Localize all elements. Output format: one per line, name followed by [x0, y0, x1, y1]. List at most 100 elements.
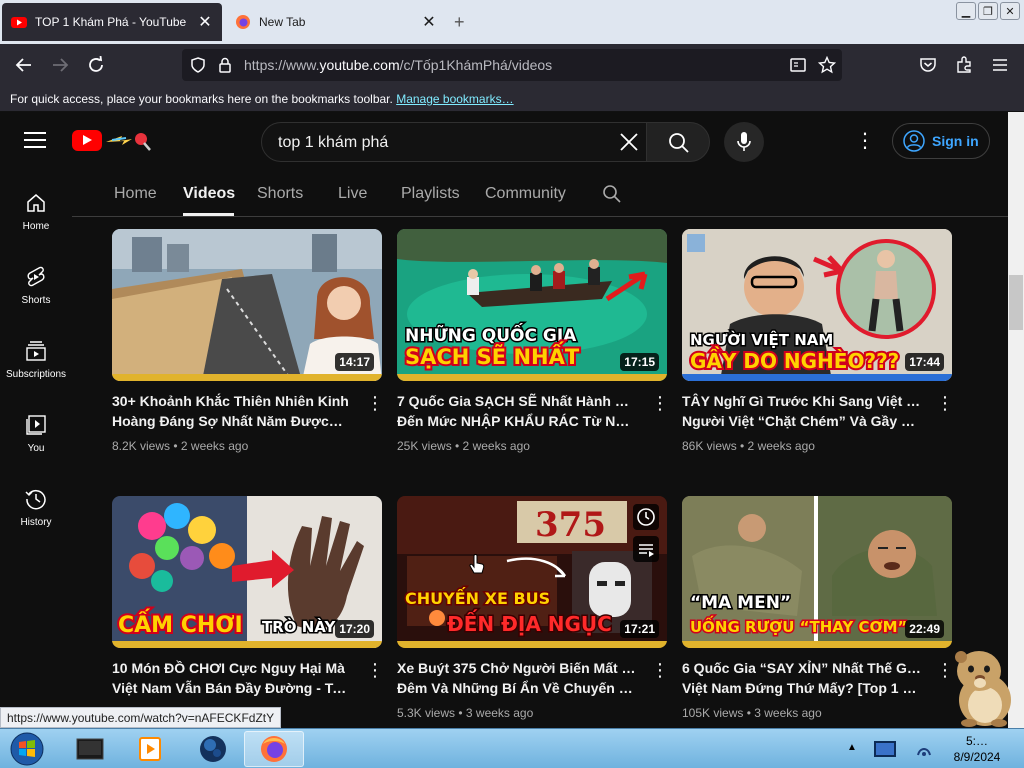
- tab-videos[interactable]: Videos: [183, 185, 235, 203]
- tab-close-button[interactable]: ✕: [194, 12, 216, 32]
- sidebar-item-label: Shorts: [21, 295, 51, 306]
- video-thumbnail[interactable]: NHỮNG QUỐC GIA SẠCH SẼ NHẤT 17:15: [397, 229, 667, 381]
- back-arrow-icon[interactable]: [12, 54, 36, 76]
- tab-youtube[interactable]: TOP 1 Khám Phá - YouTube ✕: [2, 3, 222, 41]
- youtube-doodle-icon[interactable]: [104, 130, 152, 152]
- page-scrollbar[interactable]: [1008, 112, 1024, 728]
- tray-app-icon[interactable]: [866, 737, 908, 761]
- thumbnail-caption-bottom: UỐNG RƯỢU “THAY CƠM”: [690, 615, 907, 636]
- guide-menu-icon[interactable]: [24, 132, 46, 153]
- system-clock[interactable]: 5:… 8/9/2024: [944, 733, 1010, 765]
- video-metadata: 5.3K views • 3 weeks ago: [397, 706, 534, 720]
- video-menu-icon[interactable]: ⋮: [651, 393, 669, 415]
- extensions-icon[interactable]: [952, 54, 976, 76]
- tab-close-button[interactable]: ✕: [418, 12, 440, 32]
- search-input[interactable]: top 1 khám phá: [261, 122, 647, 162]
- search-query: top 1 khám phá: [278, 134, 389, 151]
- video-title-line: Xe Buýt 375 Chở Người Biến Mất Trong: [397, 660, 637, 676]
- tab-live[interactable]: Live: [338, 185, 367, 203]
- close-window-button[interactable]: ✕: [1000, 2, 1020, 20]
- add-to-queue-button[interactable]: [633, 536, 659, 562]
- reader-view-icon[interactable]: [790, 57, 806, 73]
- video-thumbnail[interactable]: CẤM CHƠI TRÒ NÀY 17:20: [112, 496, 382, 648]
- channel-tabs: Home Videos Shorts Live Playlists Commun…: [72, 170, 1008, 217]
- sidebar-item-home[interactable]: Home: [0, 178, 72, 252]
- manage-bookmarks-link[interactable]: Manage bookmarks…: [396, 92, 513, 106]
- thumbnail-caption-bottom: GẦY DO NGHÈO???: [690, 347, 899, 373]
- watch-later-button[interactable]: [633, 504, 659, 530]
- minimize-button[interactable]: ▁: [956, 2, 976, 20]
- scrollbar-thumb[interactable]: [1009, 275, 1023, 330]
- url-text[interactable]: https://www.youtube.com/c/Tốp1KhámPhá/vi…: [244, 57, 552, 73]
- windows-taskbar: ▲ 5:… 8/9/2024: [0, 728, 1024, 768]
- video-thumbnail[interactable]: NGƯỜI VIỆT NAM GẦY DO NGHÈO??? 17:44: [682, 229, 952, 381]
- search-button[interactable]: [646, 122, 710, 162]
- thumbnail-caption-left: CẤM CHƠI: [118, 609, 243, 638]
- video-menu-icon[interactable]: ⋮: [366, 393, 384, 415]
- reload-icon[interactable]: [84, 54, 108, 76]
- browser-navigation-bar: https://www.youtube.com/c/Tốp1KhámPhá/vi…: [0, 44, 1024, 86]
- clock-date: 8/9/2024: [953, 750, 1001, 764]
- youtube-favicon-icon: [11, 17, 27, 28]
- settings-more-icon[interactable]: ⋮: [855, 130, 875, 152]
- thumbnail-caption-right: TRÒ NÀY: [262, 617, 336, 636]
- clock-time: 5:…: [965, 734, 988, 748]
- video-title[interactable]: TÂY Nghĩ Gì Trước Khi Sang Việt Nam? Ngư…: [682, 391, 922, 431]
- video-thumbnail[interactable]: 375 CHUYẾN XE BUS ĐẾN ĐỊA NGỤC 17:21: [397, 496, 667, 648]
- video-menu-icon[interactable]: ⋮: [366, 660, 384, 682]
- video-thumbnail[interactable]: “MA MEN” UỐNG RƯỢU “THAY CƠM” 22:49: [682, 496, 952, 648]
- taskbar-app-media[interactable]: [60, 731, 120, 767]
- lock-icon[interactable]: [218, 57, 232, 73]
- start-button[interactable]: [2, 731, 52, 767]
- video-title[interactable]: 30+ Khoảnh Khắc Thiên Nhiên Kinh Hoàng Đ…: [112, 391, 352, 431]
- sign-in-button[interactable]: Sign in: [892, 123, 990, 159]
- tab-home[interactable]: Home: [114, 185, 157, 203]
- tab-community[interactable]: Community: [485, 185, 566, 203]
- video-title[interactable]: 10 Món ĐỒ CHƠI Cực Nguy Hại Mà Việt Nam …: [112, 658, 352, 698]
- new-tab-button[interactable]: +: [454, 12, 465, 33]
- video-title-line: Việt Nam Vẫn Bán Đầy Đường - Top 1…: [112, 680, 352, 696]
- desktop-pet-hamster[interactable]: [945, 645, 1023, 727]
- video-title[interactable]: 6 Quốc Gia “SAY XỈN” Nhất Thế Giới - Việ…: [682, 658, 922, 698]
- video-title[interactable]: 7 Quốc Gia SẠCH SẼ Nhất Hành Tinh Đến Mứ…: [397, 391, 637, 431]
- firefox-favicon-icon: [236, 15, 250, 29]
- menu-icon[interactable]: [988, 54, 1012, 76]
- voice-search-button[interactable]: [724, 122, 764, 162]
- pocket-icon[interactable]: [916, 54, 940, 76]
- youtube-logo[interactable]: [72, 130, 102, 151]
- sign-in-label: Sign in: [932, 133, 979, 149]
- tab-playlists[interactable]: Playlists: [401, 185, 460, 203]
- sidebar-item-shorts[interactable]: Shorts: [0, 252, 72, 326]
- show-hidden-icons-button[interactable]: ▲: [847, 742, 857, 753]
- video-duration: 17:21: [620, 620, 659, 638]
- sidebar-item-subscriptions[interactable]: Subscriptions: [0, 326, 72, 400]
- video-title-line: TÂY Nghĩ Gì Trước Khi Sang Việt Nam?: [682, 393, 922, 409]
- link-status-bar: https://www.youtube.com/watch?v=nAFECKFd…: [0, 707, 282, 728]
- video-menu-icon[interactable]: ⋮: [651, 660, 669, 682]
- video-thumbnail[interactable]: 14:17: [112, 229, 382, 381]
- bookmark-star-icon[interactable]: [818, 56, 836, 74]
- channel-search-icon[interactable]: [602, 184, 622, 204]
- maximize-button[interactable]: ❐: [978, 2, 998, 20]
- url-bar[interactable]: https://www.youtube.com/c/Tốp1KhámPhá/vi…: [182, 49, 842, 81]
- tab-shorts[interactable]: Shorts: [257, 185, 303, 203]
- sidebar-item-you[interactable]: You: [0, 400, 72, 474]
- video-title[interactable]: Xe Buýt 375 Chở Người Biến Mất Trong Đêm…: [397, 658, 637, 698]
- sidebar-item-label: Subscriptions: [5, 369, 67, 380]
- taskbar-app-globe[interactable]: [183, 731, 243, 767]
- thumbnail-bus-number: 375: [535, 505, 606, 545]
- taskbar-app-firefox[interactable]: [244, 731, 304, 767]
- firefox-icon: [261, 736, 287, 762]
- shield-icon[interactable]: [190, 57, 206, 73]
- you-icon: [26, 415, 46, 435]
- taskbar-app-vlc[interactable]: [120, 731, 180, 767]
- sidebar-item-history[interactable]: History: [0, 474, 72, 548]
- network-status-icon[interactable]: [914, 739, 934, 759]
- thumbnail-caption-top: CHUYẾN XE BUS: [405, 587, 550, 608]
- clear-search-icon[interactable]: [618, 131, 640, 153]
- forward-arrow-icon[interactable]: [48, 54, 72, 76]
- video-metadata: 25K views • 2 weeks ago: [397, 439, 530, 453]
- video-menu-icon[interactable]: ⋮: [936, 393, 954, 415]
- tab-new-tab[interactable]: New Tab ✕: [226, 3, 446, 41]
- bookmarks-toolbar: For quick access, place your bookmarks h…: [0, 86, 1024, 112]
